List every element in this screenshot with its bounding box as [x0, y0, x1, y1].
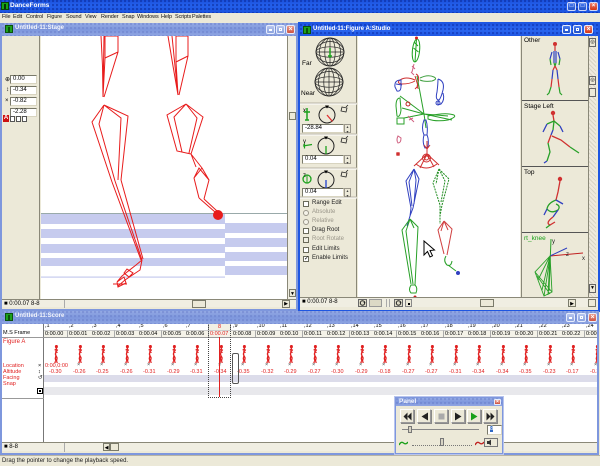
svg-text:y: y	[552, 239, 555, 245]
svg-text:Near: Near	[301, 90, 316, 97]
svg-text:x: x	[582, 256, 585, 262]
svg-text:z: z	[566, 252, 569, 258]
svg-text:x: x	[303, 108, 306, 114]
svg-text:Far: Far	[302, 60, 313, 67]
